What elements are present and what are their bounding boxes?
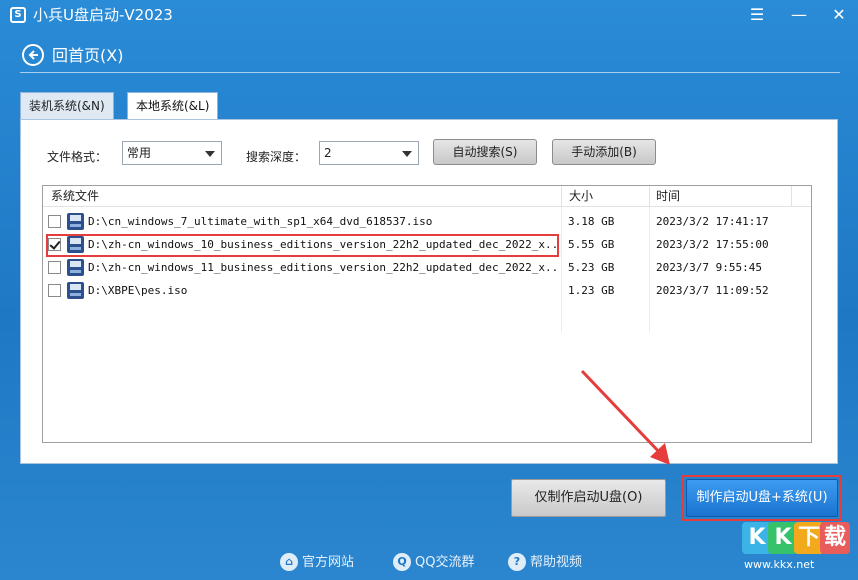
- row-checkbox[interactable]: [48, 238, 61, 251]
- chevron-down-icon: [205, 151, 215, 157]
- title-bar: S 小兵U盘启动-V2023 ☰ — ✕: [0, 0, 858, 30]
- auto-search-button[interactable]: 自动搜索(S): [433, 139, 537, 165]
- file-name: D:\XBPE\pes.iso: [88, 284, 188, 297]
- app-logo-icon: S: [10, 7, 26, 23]
- watermark-url: www.kkx.net: [744, 558, 815, 571]
- table-row[interactable]: D:\cn_windows_7_ultimate_with_sp1_x64_dv…: [43, 210, 811, 233]
- file-name: D:\cn_windows_7_ultimate_with_sp1_x64_dv…: [88, 215, 433, 228]
- system-file-list: 系统文件 大小 时间 D:\cn_windows_7_ultimate_with…: [42, 185, 812, 443]
- file-format-label: 文件格式：: [47, 150, 108, 164]
- tab-install-system[interactable]: 装机系统(&N): [20, 92, 114, 119]
- file-size: 5.23 GB: [568, 261, 615, 274]
- manual-add-button[interactable]: 手动添加(B): [552, 139, 656, 165]
- annotation-arrow-icon: [580, 369, 670, 465]
- column-header-time[interactable]: 时间: [656, 186, 680, 206]
- make-boot-usb-and-system-button[interactable]: 制作启动U盘+系统(U): [686, 479, 838, 517]
- watermark-logo: K K 下 载 www.kkx.net: [742, 522, 852, 574]
- table-row[interactable]: D:\zh-cn_windows_11_business_editions_ve…: [43, 256, 811, 279]
- file-size: 3.18 GB: [568, 215, 615, 228]
- disc-image-icon: [67, 259, 84, 276]
- official-site-link[interactable]: 官方网站: [302, 552, 354, 574]
- file-name: D:\zh-cn_windows_10_business_editions_ve…: [88, 238, 558, 251]
- qq-group-link[interactable]: QQ交流群: [415, 552, 474, 574]
- row-checkbox[interactable]: [48, 284, 61, 297]
- file-name: D:\zh-cn_windows_11_business_editions_ve…: [88, 261, 558, 274]
- column-divider: [791, 186, 792, 207]
- file-time: 2023/3/2 17:55:00: [656, 238, 769, 251]
- footer-links: ⌂ 官方网站 Q QQ交流群 ? 帮助视频: [0, 548, 858, 578]
- chevron-down-icon: [402, 151, 412, 157]
- table-row[interactable]: D:\XBPE\pes.iso 1.23 GB 2023/3/7 11:09:5…: [43, 279, 811, 302]
- back-arrow-icon: [22, 44, 44, 66]
- table-row[interactable]: D:\zh-cn_windows_10_business_editions_ve…: [43, 233, 811, 256]
- row-checkbox[interactable]: [48, 261, 61, 274]
- disc-image-icon: [67, 236, 84, 253]
- column-header-size[interactable]: 大小: [569, 186, 593, 206]
- file-size: 5.55 GB: [568, 238, 615, 251]
- header-divider: [20, 72, 840, 73]
- file-time: 2023/3/7 11:09:52: [656, 284, 769, 297]
- disc-image-icon: [67, 282, 84, 299]
- row-checkbox[interactable]: [48, 215, 61, 228]
- home-icon: ⌂: [280, 553, 298, 571]
- column-divider: [649, 186, 650, 207]
- local-system-panel: 文件格式： 常用 搜索深度： 2 自动搜索(S) 手动添加(B) 系统文件 大小…: [20, 119, 838, 464]
- list-header: 系统文件 大小 时间: [43, 186, 811, 207]
- watermark-letter: 载: [820, 522, 850, 554]
- back-home-label: 回首页(X): [52, 46, 124, 65]
- search-depth-value: 2: [324, 146, 332, 160]
- help-video-link[interactable]: 帮助视频: [530, 552, 582, 574]
- tab-local-system[interactable]: 本地系统(&L): [127, 92, 219, 120]
- help-icon: ?: [508, 553, 526, 571]
- search-depth-label: 搜索深度：: [246, 150, 307, 164]
- disc-image-icon: [67, 213, 84, 230]
- qq-icon: Q: [393, 553, 411, 571]
- file-time: 2023/3/2 17:41:17: [656, 215, 769, 228]
- search-depth-select[interactable]: 2: [319, 141, 419, 165]
- file-format-value: 常用: [127, 146, 152, 160]
- file-size: 1.23 GB: [568, 284, 615, 297]
- column-divider: [561, 186, 562, 207]
- column-header-file[interactable]: 系统文件: [51, 186, 99, 206]
- file-format-select[interactable]: 常用: [122, 141, 222, 165]
- window-title: 小兵U盘启动-V2023: [33, 6, 173, 24]
- menu-icon[interactable]: ☰: [744, 4, 770, 26]
- make-boot-usb-only-button[interactable]: 仅制作启动U盘(O): [511, 479, 666, 517]
- file-time: 2023/3/7 9:55:45: [656, 261, 762, 274]
- close-button[interactable]: ✕: [826, 4, 852, 26]
- minimize-button[interactable]: —: [786, 4, 812, 26]
